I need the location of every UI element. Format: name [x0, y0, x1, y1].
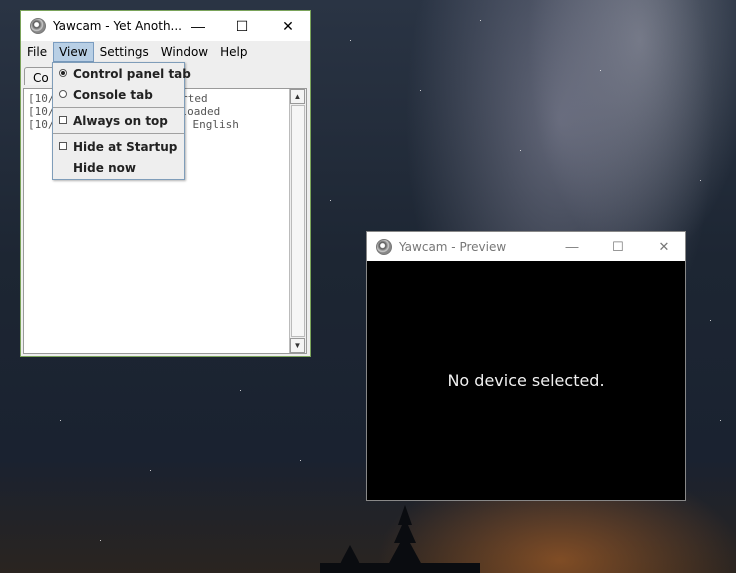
main-titlebar[interactable]: Yawcam - Yet Anoth... — ☐ ✕ [21, 11, 310, 41]
scroll-up-icon[interactable]: ▲ [290, 89, 305, 104]
preview-titlebar[interactable]: Yawcam - Preview — ☐ ✕ [367, 232, 685, 261]
yawcam-preview-window: Yawcam - Preview — ☐ ✕ No device selecte… [366, 231, 686, 501]
preview-minimize-button[interactable]: — [549, 232, 595, 261]
preview-display: No device selected. [367, 261, 685, 500]
minimize-button[interactable]: — [175, 11, 221, 41]
menu-file[interactable]: File [21, 42, 53, 62]
checkbox-icon [59, 142, 67, 150]
checkbox-icon [59, 116, 67, 124]
menu-window[interactable]: Window [155, 42, 214, 62]
console-scrollbar[interactable]: ▲ ▼ [289, 89, 306, 353]
close-button[interactable]: ✕ [265, 11, 311, 41]
menu-item-hide-at-startup[interactable]: Hide at Startup [53, 136, 184, 157]
tree-silhouettes [320, 505, 480, 573]
radio-unselected-icon [59, 90, 67, 98]
menu-item-control-panel-tab[interactable]: Control panel tab [53, 63, 191, 84]
maximize-button[interactable]: ☐ [219, 11, 265, 41]
menu-item-always-on-top[interactable]: Always on top [53, 110, 184, 131]
menu-item-hide-now[interactable]: Hide now [53, 157, 184, 178]
menu-view[interactable]: View [53, 42, 94, 62]
menubar: File View Settings Window Help [21, 41, 310, 63]
menu-help[interactable]: Help [214, 42, 253, 62]
scroll-down-icon[interactable]: ▼ [290, 338, 305, 353]
radio-selected-icon [59, 69, 67, 77]
main-window-title: Yawcam - Yet Anoth... [53, 19, 182, 33]
no-device-message: No device selected. [447, 371, 605, 390]
yawcam-app-icon [376, 238, 392, 255]
view-menu-dropdown: Control panel tab Console tab Always on … [52, 62, 191, 180]
preview-window-title: Yawcam - Preview [399, 239, 507, 254]
menu-separator [53, 107, 184, 108]
preview-close-button[interactable]: ✕ [641, 232, 687, 261]
preview-maximize-button[interactable]: ☐ [595, 232, 641, 261]
menu-settings[interactable]: Settings [94, 42, 155, 62]
menu-separator [53, 133, 184, 134]
scroll-thumb[interactable] [291, 105, 305, 337]
yawcam-app-icon [30, 18, 46, 34]
menu-item-console-tab[interactable]: Console tab [53, 84, 184, 105]
